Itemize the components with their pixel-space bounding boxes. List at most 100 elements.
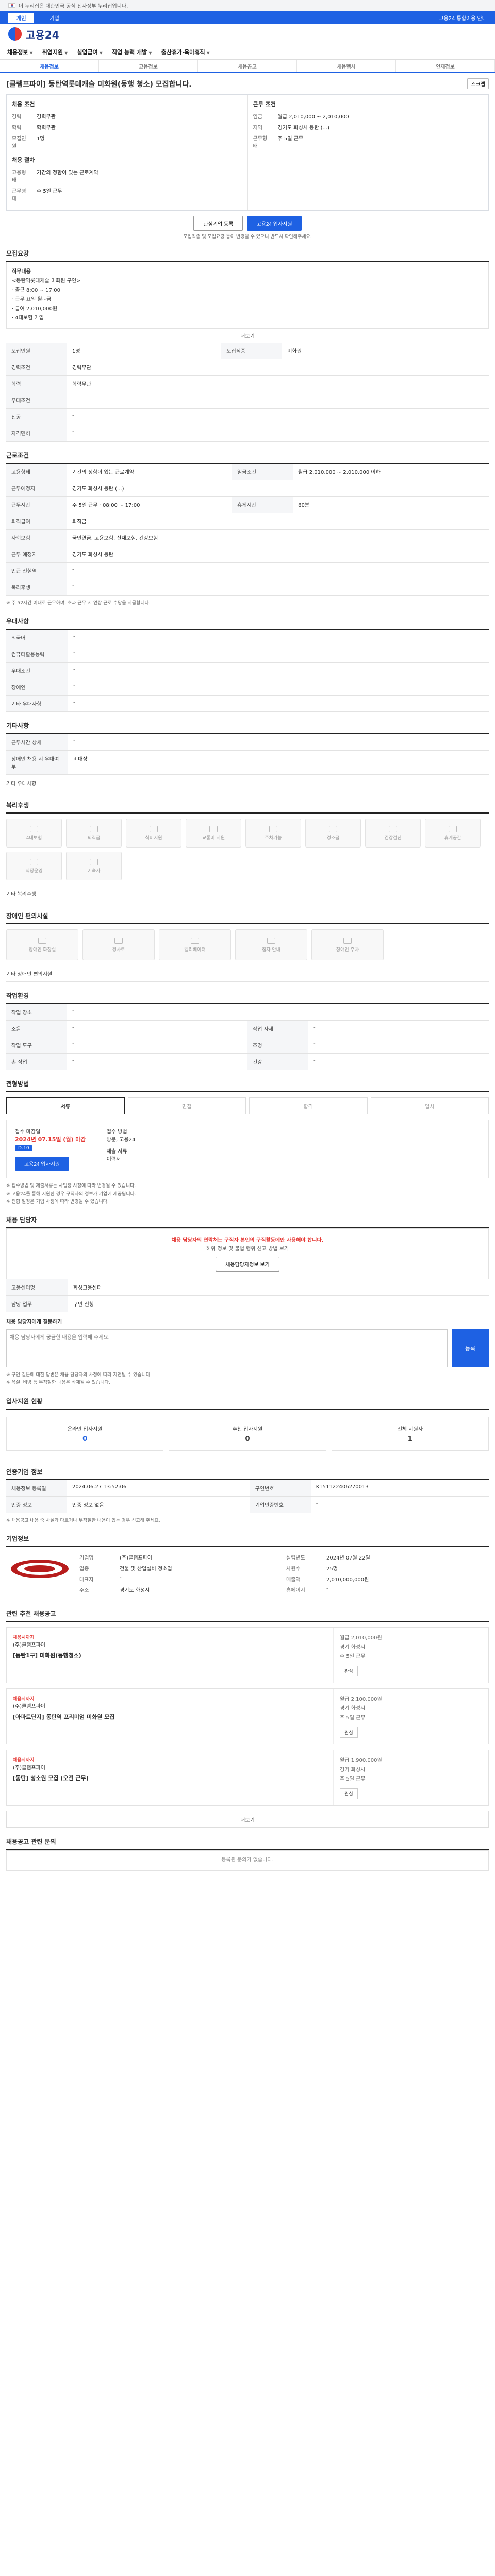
tab-business[interactable]: 기업	[41, 13, 67, 23]
deadline-value: 2024년 07.15일 (월) 마감	[15, 1136, 86, 1143]
scrap-button[interactable]: 스크랩	[467, 78, 489, 89]
apply-button[interactable]: 고용24 입사지원	[247, 216, 302, 231]
procedure-title: 전형방법	[6, 1079, 489, 1093]
benefit-chip: 식비지원	[126, 819, 182, 848]
qa-label: 채용 담당자에게 질문하기	[6, 1319, 62, 1326]
summary-left-title: 채용 조건	[12, 101, 35, 108]
recruit-table: 모집인원 1명 모집직종 미화원 경력조건 경력무관 학력 학력무관 우대조건 전공 - 자…	[6, 343, 489, 442]
benefits-title: 복리후생	[6, 801, 489, 814]
gnb-item-support[interactable]: 취업지원 ▼	[42, 48, 68, 56]
global-nav: 채용정보 ▼ 취업지원 ▼ 실업급여 ▼ 직업 능력 개발 ▼ 출산휴가·육아휴직 ▼	[0, 44, 495, 60]
logo-icon[interactable]	[8, 27, 22, 41]
gnb-item-leave[interactable]: 출산휴가·육아휴직 ▼	[161, 48, 209, 56]
conditions-section: 근로조건 고용형태 기간의 정함이 있는 근로계약 임금조건 월급 2,010,000…	[6, 451, 489, 607]
extra-title: 기타사항	[6, 721, 489, 735]
benefit-icon	[30, 858, 38, 865]
summary-box: 채용 조건 경력 경력무관 학력 학력무관 모집인원 1명 채용 절차 고용형태 기간의…	[6, 94, 489, 211]
welfare-title: 우대사항	[6, 617, 489, 630]
benefit-chip: 휴게공간	[425, 819, 481, 848]
contact-warning: 채용 담당자의 연락처는 구직자 본인의 구직활동에만 사용해야 합니다. 허위…	[6, 1228, 489, 1280]
company-section: 기업정보 기업명 (주)클램프파이 설립년도 2024년 07월 22일 업종 건물 및…	[6, 1534, 489, 1600]
step-join: 입사	[370, 1097, 489, 1115]
stats-section: 입사지원 현황 온라인 입사지원 0 추천 입사지원 0 전체 지원자 1	[6, 1397, 489, 1458]
env-table: 작업 장소 - 소음 - 작업 자세 - 작업 도구 - 조명 - 손 작업 - 건강 -	[6, 1004, 489, 1071]
doc-value: 이력서	[106, 1157, 121, 1163]
subtab-3[interactable]: 채용공고	[198, 60, 297, 72]
company-info: 기업명 (주)클램프파이 설립년도 2024년 07월 22일 업종 건물 및 산업설비…	[79, 1555, 370, 1594]
extra-link[interactable]: 기타 우대사항	[6, 775, 489, 792]
benefits-section: 복리후생 4대보험 퇴직금 식비지원 교통비 지원 주차가능 경조금 건강검진 …	[6, 801, 489, 903]
chevron-down-icon: ▼	[99, 50, 103, 55]
comments-empty: 등록된 문의가 없습니다.	[6, 1850, 489, 1871]
benefits-subline: 기타 복리후생	[6, 886, 489, 903]
procedure-section: 전형방법 서류 면접 합격 입사 접수 마감일 2024년 07.15일 (월)…	[6, 1079, 489, 1206]
welfare-section: 우대사항 외국어 - 컴퓨터활용능력 - 우대조건 - 장애인 - 기타 우대사항 -	[6, 617, 489, 713]
registration-title: 인증기업 정보	[6, 1467, 489, 1480]
facility-icon	[191, 937, 199, 944]
save-button[interactable]: 관심	[340, 1788, 358, 1800]
benefit-icon	[449, 825, 457, 832]
related-card[interactable]: 채용시까지 (주)클램프파이 [동탄] 청소원 모집 (오전 근무) 월급 1,90…	[6, 1750, 489, 1806]
facility-icon	[114, 937, 123, 944]
env-title: 작업환경	[6, 991, 489, 1005]
save-button[interactable]: 관심	[340, 1666, 358, 1677]
sub-tabs: 채용정보 고용정보 채용공고 채용행사 인재정보	[0, 60, 495, 73]
facility-chip: 장애인 화장실	[6, 929, 78, 961]
benefit-icon	[389, 825, 397, 832]
chevron-down-icon: ▼	[64, 50, 68, 55]
subtab-5[interactable]: 인재정보	[396, 60, 495, 72]
registration-notes: ※ 채용공고 내용 중 사실과 다르거나 부적절한 내용이 있는 경우 신고해 …	[6, 1518, 160, 1523]
method-label: 접수 방법	[106, 1129, 127, 1136]
contact-table: 고용센터명 화성고용센터 담당 업무 구인 신청	[6, 1279, 489, 1313]
contact-title: 채용 담당자	[6, 1215, 489, 1229]
apply-button-2[interactable]: 고용24 입사지원	[15, 1157, 70, 1171]
related-card[interactable]: 채용시까지 (주)클램프파이 [아파트단지] 동탄역 프리미엄 미화원 모집 월급 …	[6, 1688, 489, 1745]
integrated-guide-link[interactable]: 고용24 통합이용 안내	[439, 14, 487, 22]
subtab-1[interactable]: 채용정보	[0, 60, 99, 72]
benefit-icon	[150, 825, 158, 832]
qa-textarea[interactable]	[6, 1329, 448, 1368]
interest-button[interactable]: 관심기업 등록	[193, 216, 243, 231]
gov-banner-text: 이 누리집은 대한민국 공식 전자정부 누리집입니다.	[19, 4, 128, 9]
benefit-chip: 건강검진	[365, 819, 421, 848]
related-more-button[interactable]: 더보기	[6, 1811, 489, 1828]
stat-online: 온라인 입사지원 0	[6, 1416, 164, 1451]
qa-notes: ※ 구인 질문에 대한 답변은 채용 담당자의 사정에 따라 지연될 수 있습니…	[6, 1372, 152, 1386]
benefit-chip: 교통비 지원	[186, 819, 241, 848]
benefit-icon	[30, 825, 38, 832]
summary-right-title: 근무 조건	[253, 101, 276, 108]
dday-badge: D-10	[15, 1145, 32, 1152]
subtab-4[interactable]: 채용행사	[297, 60, 396, 72]
flag-icon	[8, 3, 15, 8]
tab-personal[interactable]: 개인	[8, 12, 35, 23]
more-button[interactable]: 더보기	[6, 329, 489, 343]
gnb-item-benefit[interactable]: 실업급여 ▼	[77, 48, 103, 56]
gov-banner: 이 누리집은 대한민국 공식 전자정부 누리집입니다.	[0, 0, 495, 11]
logo-text[interactable]: 고용24	[26, 27, 59, 42]
save-button[interactable]: 관심	[340, 1727, 358, 1738]
facility-chip: 장애인 주차	[311, 929, 384, 961]
apply-box: 접수 마감일 2024년 07.15일 (월) 마감 D-10 고용24 입사지…	[6, 1120, 489, 1179]
related-card[interactable]: 채용시까지 (주)클램프파이 [동탄1구] 미화원(동행청소) 월급 2,010,0…	[6, 1627, 489, 1684]
facility-chips: 장애인 화장실 경사로 엘리베이터 점자 안내 장애인 주차	[6, 924, 489, 965]
step-document: 서류	[6, 1097, 125, 1115]
chevron-down-icon: ▼	[29, 50, 33, 55]
facility-chip: 점자 안내	[235, 929, 307, 961]
method-value: 방문, 고용24	[106, 1137, 136, 1143]
related-title: 관련 추천 채용공고	[6, 1609, 489, 1622]
conditions-foot: ※ 주 52시간 이내로 근무하며, 초과 근무 시 연장 근로 수당을 지급합…	[6, 601, 151, 606]
benefit-chip: 경조금	[305, 819, 361, 848]
env-section: 작업환경 작업 장소 - 소음 - 작업 자세 - 작업 도구 - 조명 - 손 작업 - 건강 -	[6, 991, 489, 1071]
stat-total: 전체 지원자 1	[331, 1416, 489, 1451]
benefit-icon	[209, 825, 218, 832]
gnb-item-jobs[interactable]: 채용정보 ▼	[7, 48, 33, 56]
subtab-2[interactable]: 고용정보	[99, 60, 198, 72]
gnb-item-training[interactable]: 직업 능력 개발 ▼	[112, 48, 152, 56]
qa-submit-button[interactable]: 등록	[452, 1329, 489, 1368]
welfare-table: 외국어 - 컴퓨터활용능력 - 우대조건 - 장애인 - 기타 우대사항 -	[6, 630, 489, 713]
view-contact-button[interactable]: 채용담당자정보 보기	[216, 1257, 279, 1272]
company-title: 기업정보	[6, 1534, 489, 1548]
benefit-chips: 4대보험 퇴직금 식비지원 교통비 지원 주차가능 경조금 건강검진 휴게공간 …	[6, 814, 489, 886]
benefit-chip: 4대보험	[6, 819, 62, 848]
benefit-chip: 기숙사	[66, 852, 122, 881]
